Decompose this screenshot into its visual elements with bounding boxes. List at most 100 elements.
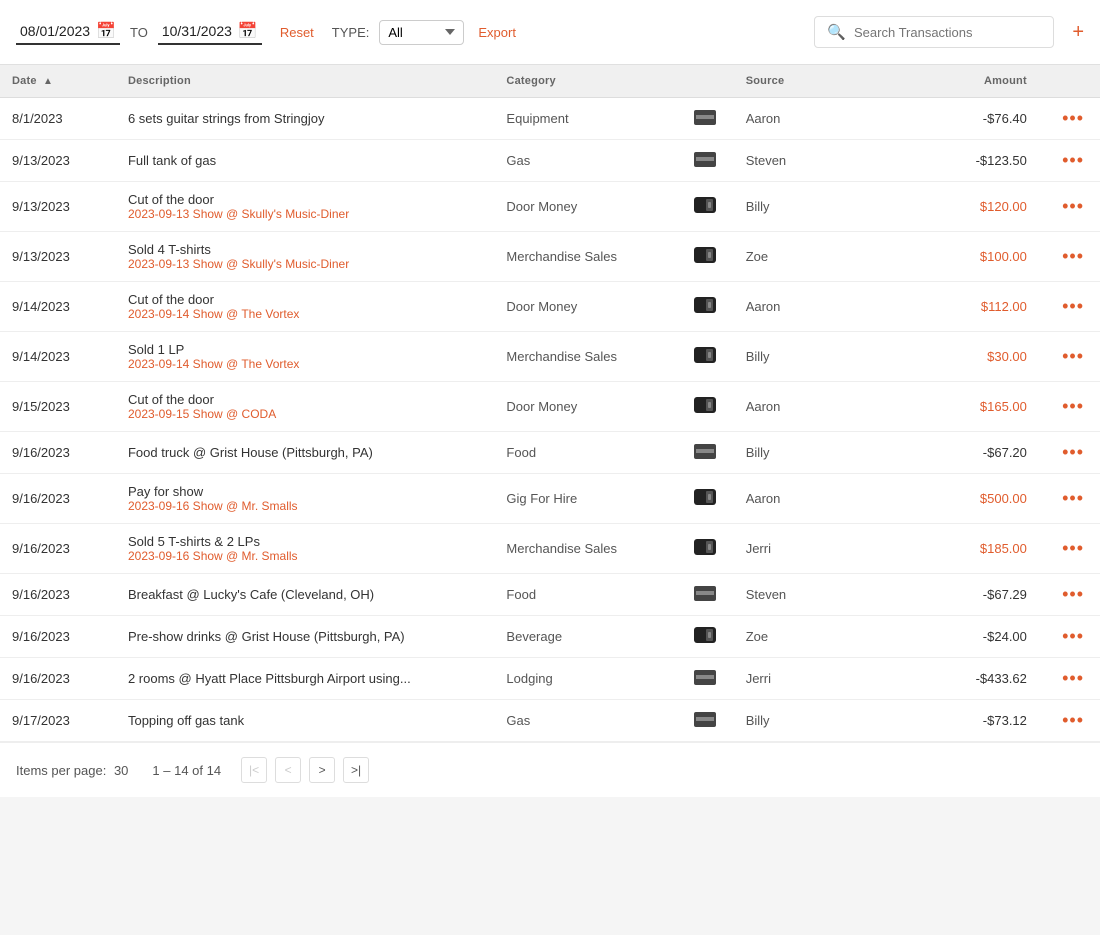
cell-source: Billy <box>734 332 881 382</box>
row-options-button[interactable]: ••• <box>1062 668 1084 689</box>
cell-date: 9/16/2023 <box>0 574 116 616</box>
cell-category: Door Money <box>494 282 689 332</box>
cell-date: 9/14/2023 <box>0 282 116 332</box>
cell-amount: -$24.00 <box>880 616 1039 658</box>
row-options-button[interactable]: ••• <box>1062 108 1084 129</box>
date-to-value: 10/31/2023 <box>162 23 232 39</box>
row-options-button[interactable]: ••• <box>1062 538 1084 559</box>
cell-amount: $185.00 <box>880 524 1039 574</box>
row-options-button[interactable]: ••• <box>1062 346 1084 367</box>
cell-category: Gig For Hire <box>494 474 689 524</box>
type-label: TYPE: <box>332 25 370 40</box>
cell-description: 2 rooms @ Hyatt Place Pittsburgh Airport… <box>116 658 494 700</box>
row-options-button[interactable]: ••• <box>1062 396 1084 417</box>
cell-description: Topping off gas tank <box>116 700 494 742</box>
row-options-button[interactable]: ••• <box>1062 296 1084 317</box>
table-row: 9/16/20232 rooms @ Hyatt Place Pittsburg… <box>0 658 1100 700</box>
cell-source-icon <box>690 524 734 574</box>
credit-card-icon <box>694 712 716 727</box>
cell-source: Steven <box>734 574 881 616</box>
row-options-button[interactable]: ••• <box>1062 150 1084 171</box>
cell-description: Pre-show drinks @ Grist House (Pittsburg… <box>116 616 494 658</box>
cell-category: Merchandise Sales <box>494 524 689 574</box>
col-header-source[interactable]: Source <box>734 65 881 98</box>
cell-category: Merchandise Sales <box>494 232 689 282</box>
col-header-description[interactable]: Description <box>116 65 494 98</box>
table-row: 9/13/2023Cut of the door2023-09-13 Show … <box>0 182 1100 232</box>
row-options-button[interactable]: ••• <box>1062 584 1084 605</box>
row-options-button[interactable]: ••• <box>1062 246 1084 267</box>
table-row: 9/14/2023Sold 1 LP2023-09-14 Show @ The … <box>0 332 1100 382</box>
cell-source-icon <box>690 382 734 432</box>
credit-card-icon <box>694 152 716 167</box>
cell-description: Full tank of gas <box>116 140 494 182</box>
cell-category: Equipment <box>494 98 689 140</box>
col-header-source-icon <box>690 65 734 98</box>
add-transaction-button[interactable]: + <box>1072 21 1084 44</box>
debit-card-icon <box>694 247 716 263</box>
cell-category: Lodging <box>494 658 689 700</box>
cell-source: Aaron <box>734 282 881 332</box>
row-options-button[interactable]: ••• <box>1062 626 1084 647</box>
description-link[interactable]: 2023-09-16 Show @ Mr. Smalls <box>128 549 482 563</box>
description-link[interactable]: 2023-09-14 Show @ The Vortex <box>128 307 482 321</box>
cell-date: 9/16/2023 <box>0 524 116 574</box>
table-row: 9/16/2023Breakfast @ Lucky's Cafe (Cleve… <box>0 574 1100 616</box>
table-row: 9/13/2023Sold 4 T-shirts2023-09-13 Show … <box>0 232 1100 282</box>
description-text: Sold 1 LP <box>128 342 184 357</box>
cell-action: ••• <box>1039 524 1100 574</box>
next-page-button[interactable]: > <box>309 757 335 783</box>
cell-date: 8/1/2023 <box>0 98 116 140</box>
cell-source-icon <box>690 616 734 658</box>
description-link[interactable]: 2023-09-13 Show @ Skully's Music-Diner <box>128 257 482 271</box>
description-link[interactable]: 2023-09-14 Show @ The Vortex <box>128 357 482 371</box>
cell-description: Sold 4 T-shirts2023-09-13 Show @ Skully'… <box>116 232 494 282</box>
row-options-button[interactable]: ••• <box>1062 442 1084 463</box>
debit-card-icon <box>694 347 716 363</box>
cell-source-icon <box>690 474 734 524</box>
description-link[interactable]: 2023-09-15 Show @ CODA <box>128 407 482 421</box>
cell-date: 9/13/2023 <box>0 232 116 282</box>
cell-description: Sold 5 T-shirts & 2 LPs2023-09-16 Show @… <box>116 524 494 574</box>
row-options-button[interactable]: ••• <box>1062 488 1084 509</box>
last-page-button[interactable]: >| <box>343 757 369 783</box>
cell-date: 9/16/2023 <box>0 474 116 524</box>
calendar-to-icon[interactable]: 📅 <box>238 21 258 41</box>
prev-page-button[interactable]: < <box>275 757 301 783</box>
cell-date: 9/17/2023 <box>0 700 116 742</box>
cell-source: Aaron <box>734 474 881 524</box>
description-text: Topping off gas tank <box>128 713 244 728</box>
cell-description: Cut of the door2023-09-15 Show @ CODA <box>116 382 494 432</box>
row-options-button[interactable]: ••• <box>1062 710 1084 731</box>
cell-amount: -$67.29 <box>880 574 1039 616</box>
row-options-button[interactable]: ••• <box>1062 196 1084 217</box>
description-link[interactable]: 2023-09-13 Show @ Skully's Music-Diner <box>128 207 482 221</box>
col-header-category[interactable]: Category <box>494 65 689 98</box>
type-select[interactable]: All Income Expense <box>379 20 464 45</box>
cell-category: Food <box>494 574 689 616</box>
page-range-text: 1 – 14 of 14 <box>152 763 221 778</box>
pagination-bar: Items per page: 30 1 – 14 of 14 |< < > >… <box>0 742 1100 797</box>
cell-action: ••• <box>1039 616 1100 658</box>
cell-source: Steven <box>734 140 881 182</box>
debit-card-icon <box>694 397 716 413</box>
cell-category: Gas <box>494 140 689 182</box>
date-to-field: 10/31/2023 📅 <box>158 19 262 45</box>
first-page-button[interactable]: |< <box>241 757 267 783</box>
calendar-from-icon[interactable]: 📅 <box>96 21 116 41</box>
description-link[interactable]: 2023-09-16 Show @ Mr. Smalls <box>128 499 482 513</box>
description-text: Food truck @ Grist House (Pittsburgh, PA… <box>128 445 373 460</box>
cell-category: Gas <box>494 700 689 742</box>
description-text: 2 rooms @ Hyatt Place Pittsburgh Airport… <box>128 671 411 686</box>
cell-category: Door Money <box>494 182 689 232</box>
reset-button[interactable]: Reset <box>280 25 314 40</box>
search-input[interactable] <box>854 25 1041 40</box>
col-header-date[interactable]: Date ▲ <box>0 65 116 98</box>
cell-source: Aaron <box>734 382 881 432</box>
col-header-amount[interactable]: Amount <box>880 65 1039 98</box>
export-button[interactable]: Export <box>478 25 516 40</box>
table-row: 9/17/2023Topping off gas tankGasBilly-$7… <box>0 700 1100 742</box>
cell-source-icon <box>690 232 734 282</box>
cell-action: ••• <box>1039 232 1100 282</box>
cell-source: Zoe <box>734 232 881 282</box>
